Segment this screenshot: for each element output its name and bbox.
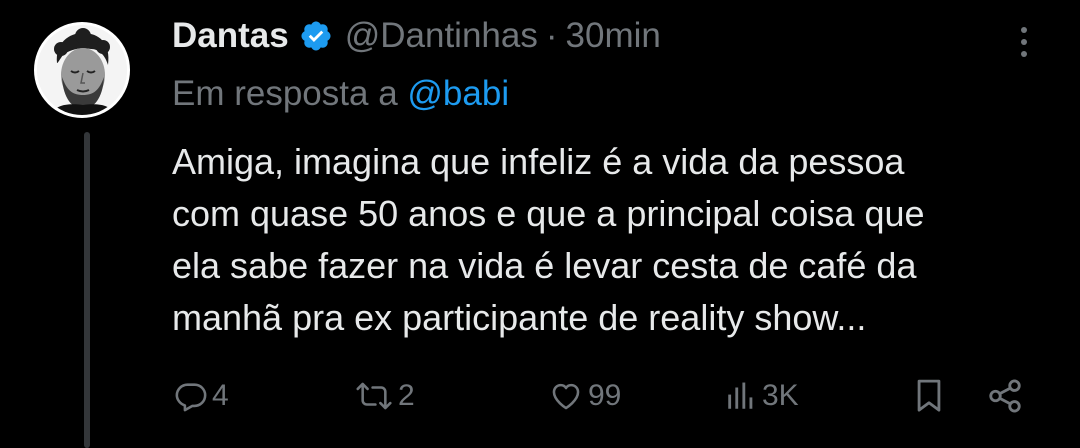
reply-count: 4 bbox=[212, 379, 229, 412]
separator-dot: · bbox=[545, 16, 558, 55]
reply-handle-link[interactable]: @babi bbox=[407, 74, 509, 113]
timestamp[interactable]: 30min bbox=[566, 16, 661, 56]
reply-context: Em resposta a @babi bbox=[172, 74, 509, 114]
like-count: 99 bbox=[588, 379, 622, 412]
heart-icon bbox=[552, 383, 580, 410]
verified-badge-icon bbox=[299, 19, 333, 53]
retweet-count: 2 bbox=[398, 379, 415, 412]
tweet-text-line: Amiga, imagina que infeliz é a vida da p… bbox=[172, 141, 905, 182]
views-icon bbox=[728, 382, 753, 409]
more-options-button[interactable] bbox=[1010, 22, 1038, 62]
tweet-text-line: manhã pra ex participante de reality sho… bbox=[172, 297, 867, 338]
author-display-name[interactable]: Dantas bbox=[172, 16, 289, 56]
retweet-icon bbox=[356, 382, 392, 410]
tweet-text: Amiga, imagina que infeliz é a vida da p… bbox=[172, 136, 1052, 344]
tweet-text-line: com quase 50 anos e que a principal cois… bbox=[172, 193, 925, 234]
author-handle[interactable]: @Dantinhas bbox=[345, 16, 538, 56]
avatar-image bbox=[37, 25, 127, 115]
thread-connector-line bbox=[84, 132, 90, 448]
tweet[interactable]: Dantas @Dantinhas · 30min Em resposta a … bbox=[0, 0, 1080, 448]
views-count: 3K bbox=[762, 379, 799, 412]
views-button[interactable]: 3K bbox=[724, 372, 799, 420]
share-icon bbox=[989, 379, 1021, 413]
reply-prefix: Em resposta a bbox=[172, 74, 398, 113]
reply-icon bbox=[175, 383, 207, 412]
like-button[interactable]: 99 bbox=[548, 372, 621, 420]
tweet-header: Dantas @Dantinhas · 30min bbox=[172, 14, 661, 58]
tweet-text-line: ela sabe fazer na vida é levar cesta de … bbox=[172, 245, 917, 286]
bookmark-button[interactable] bbox=[912, 372, 946, 420]
bookmark-icon bbox=[917, 379, 941, 412]
reply-button[interactable]: 4 bbox=[174, 372, 229, 420]
more-vertical-icon bbox=[1021, 27, 1027, 57]
avatar[interactable] bbox=[34, 22, 130, 118]
retweet-button[interactable]: 2 bbox=[354, 372, 415, 420]
action-bar: 4 2 99 3K bbox=[172, 372, 1052, 420]
share-button[interactable] bbox=[986, 372, 1024, 420]
